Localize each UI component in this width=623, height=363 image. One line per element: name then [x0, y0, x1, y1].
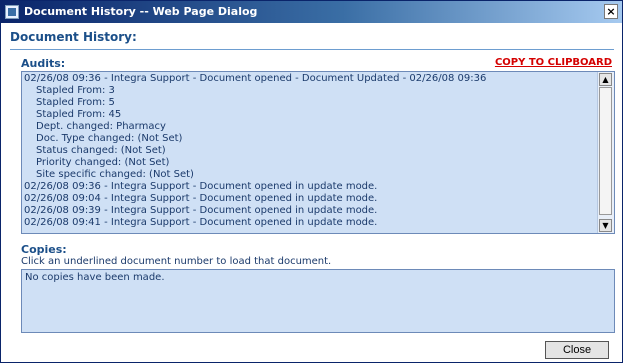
- document-history-dialog: Document History -- Web Page Dialog × Do…: [0, 0, 623, 363]
- dialog-app-icon: [5, 5, 19, 19]
- audit-entry: Status changed: (Not Set): [36, 145, 166, 156]
- audit-entry: 02/26/08 09:36 - Integra Support - Docum…: [24, 73, 487, 84]
- heading-divider: [10, 49, 614, 50]
- audit-entry: Stapled From: 5: [36, 97, 115, 108]
- audit-entries: 02/26/08 09:36 - Integra Support - Docum…: [24, 73, 596, 231]
- audit-entry: Doc. Type changed: (Not Set): [36, 133, 183, 144]
- scroll-thumb[interactable]: [599, 87, 612, 215]
- title-bar: Document History -- Web Page Dialog ×: [1, 1, 622, 23]
- copy-to-clipboard-link[interactable]: COPY TO CLIPBOARD: [495, 57, 612, 68]
- audit-entry: 02/26/08 09:41 - Integra Support - Docum…: [24, 217, 378, 228]
- copies-empty-message: No copies have been made.: [25, 272, 165, 283]
- page-heading: Document History:: [10, 30, 137, 44]
- audit-entry: 02/26/08 09:36 - Integra Support - Docum…: [24, 181, 378, 192]
- audit-entry: Stapled From: 3: [36, 85, 115, 96]
- audit-entry: Priority changed: (Not Set): [36, 157, 170, 168]
- audit-entry: Dept. changed: Pharmacy: [36, 121, 166, 132]
- close-button[interactable]: Close: [545, 341, 609, 359]
- audit-entry: Site specific changed: (Not Set): [36, 169, 194, 180]
- window-close-button[interactable]: ×: [604, 4, 618, 19]
- scroll-up-arrow-icon[interactable]: ▲: [599, 73, 612, 86]
- audits-scrollbar[interactable]: ▲ ▼: [597, 72, 614, 233]
- audit-entry: 02/26/08 09:04 - Integra Support - Docum…: [24, 193, 378, 204]
- audits-label: Audits:: [21, 57, 66, 70]
- audit-entry: Stapled From: 45: [36, 109, 122, 120]
- copies-instruction: Click an underlined document number to l…: [21, 256, 332, 267]
- copies-label: Copies:: [21, 243, 67, 256]
- audits-list[interactable]: 02/26/08 09:36 - Integra Support - Docum…: [21, 71, 615, 234]
- audit-entry: 02/26/08 09:39 - Integra Support - Docum…: [24, 205, 378, 216]
- scroll-down-arrow-icon[interactable]: ▼: [599, 219, 612, 232]
- window-title: Document History -- Web Page Dialog: [24, 5, 258, 18]
- copies-list[interactable]: No copies have been made.: [21, 269, 615, 333]
